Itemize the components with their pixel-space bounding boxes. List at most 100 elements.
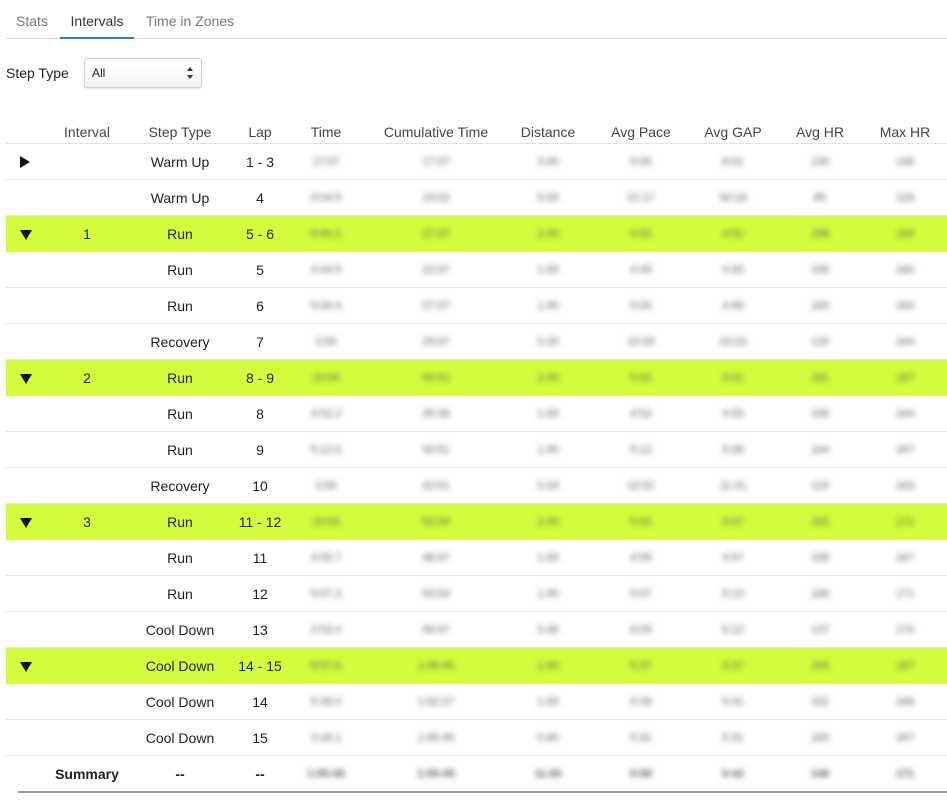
- cell-distance: 1.00: [537, 300, 559, 312]
- table-row[interactable]: 3 Run 11 - 12 10:03 52:54 2.00 5:02 5:07 162 171: [6, 504, 947, 540]
- cell-avg-pace: 5:31: [630, 732, 652, 744]
- cell-lap: 14 - 15: [238, 658, 282, 674]
- cell-lap: 6: [256, 298, 264, 314]
- cell-time: 4:55.7: [310, 552, 342, 564]
- summary-max-hr: 171: [895, 768, 915, 780]
- cell-lap: 14: [252, 694, 268, 710]
- tab-stats[interactable]: Stats: [6, 0, 58, 38]
- cell-avg-gap: 5:41: [722, 696, 744, 708]
- table-row: Cool Down 13 2:53.4 56:47 0.48 6:05 6:12 137 170: [6, 612, 947, 648]
- cell-time: 5:00.4: [310, 300, 342, 312]
- summary-step-type: --: [175, 766, 185, 782]
- tab-intervals[interactable]: Intervals: [60, 0, 134, 39]
- cell-avg-gap: 5:31: [722, 732, 744, 744]
- table-row[interactable]: Cool Down 14 - 15 8:57.6 1:05:45 1.60 5:37 5:3…: [6, 648, 947, 684]
- expand-triangle-icon[interactable]: [20, 156, 30, 168]
- cell-cumulative-time: 52:54: [422, 516, 450, 528]
- cell-lap: 12: [252, 586, 268, 602]
- cell-distance: 1.00: [537, 588, 559, 600]
- cell-avg-pace: 5:12: [630, 444, 652, 456]
- summary-avg-pace: 5:59: [629, 768, 653, 780]
- collapse-triangle-icon[interactable]: [20, 518, 32, 528]
- cell-avg-hr: 166: [810, 588, 830, 600]
- cell-step-type: Run: [167, 262, 193, 278]
- cell-time: 5:39.0: [310, 696, 342, 708]
- cell-avg-pace: 5:00: [630, 300, 652, 312]
- step-type-select[interactable]: All: [84, 58, 202, 88]
- cell-avg-gap: 5:08: [722, 444, 744, 456]
- step-type-label: Step Type: [6, 65, 69, 81]
- collapse-triangle-icon[interactable]: [20, 230, 32, 240]
- cell-avg-gap: 4:55: [722, 408, 744, 420]
- cell-time: 0:04.5: [310, 192, 342, 204]
- cell-lap: 7: [256, 334, 264, 350]
- collapse-triangle-icon[interactable]: [20, 662, 32, 672]
- cell-step-type: Run: [167, 298, 193, 314]
- cell-avg-hr: 137: [810, 624, 830, 636]
- cell-avg-gap: 5:37: [722, 660, 744, 672]
- cell-max-hr: 167: [895, 732, 915, 744]
- table-row[interactable]: Warm Up 1 - 3 17:07 17:07 3.00 5:55 6:01 130 148: [6, 144, 947, 180]
- cell-avg-gap: 5:13: [722, 588, 744, 600]
- cell-distance: 0.48: [537, 624, 559, 636]
- table-row: Run 9 5:12.0 40:51 1.00 5:12 5:08 164 167: [6, 432, 947, 468]
- cell-step-type: Warm Up: [150, 154, 210, 170]
- cell-max-hr: 167: [895, 552, 915, 564]
- cell-max-hr: 171: [895, 516, 915, 528]
- cell-avg-hr: 85: [813, 192, 827, 204]
- cell-step-type: Cool Down: [145, 658, 215, 674]
- cell-step-type: Cool Down: [145, 622, 215, 638]
- cell-distance: 2.00: [537, 228, 559, 240]
- cell-distance: 1.00: [537, 264, 559, 276]
- cell-avg-gap: 4:45: [722, 264, 744, 276]
- summary-label: Summary: [55, 766, 119, 782]
- cell-avg-hr: 124: [810, 480, 830, 492]
- cell-distance: 0.60: [537, 732, 559, 744]
- summary-time: 1:05:45: [307, 768, 345, 780]
- table-row: Run 12 5:07.3 53:54 1.00 5:07 5:13 166 171: [6, 576, 947, 612]
- cell-avg-hr: 160: [810, 300, 830, 312]
- cell-time: 10:04: [312, 372, 340, 384]
- cell-step-type: Run: [167, 406, 193, 422]
- cell-time: 2:00: [315, 336, 337, 348]
- table-row: Cool Down 14 5:39.0 1:02:27 1.00 5:39 5:41 152 1…: [6, 684, 947, 720]
- cell-interval: 1: [83, 226, 91, 242]
- cell-cumulative-time: 29:07: [422, 336, 450, 348]
- cell-distance: 1.00: [537, 444, 559, 456]
- cell-distance: 0.20: [537, 336, 559, 348]
- cell-cumulative-time: 48:47: [422, 552, 450, 564]
- cell-cumulative-time: 27:07: [422, 300, 450, 312]
- cell-max-hr: 160: [895, 264, 915, 276]
- cell-max-hr: 164: [895, 228, 915, 240]
- intervals-table: Interval Step Type Lap Time Cumulative T…: [6, 116, 947, 793]
- cell-avg-pace: 5:02: [630, 372, 652, 384]
- summary-distance: 11.00: [534, 768, 562, 780]
- table-row: Run 11 4:55.7 48:47 1.00 4:55 4:57 158 167: [6, 540, 947, 576]
- cell-time: 3:18.1: [310, 732, 342, 744]
- cell-cumulative-time: 22:07: [422, 264, 450, 276]
- summary-bottom-rule: [18, 791, 947, 793]
- cell-step-type: Run: [167, 550, 193, 566]
- tab-time-in-zones[interactable]: Time in Zones: [140, 0, 240, 38]
- cell-avg-gap: 50:16: [719, 192, 747, 204]
- collapse-triangle-icon[interactable]: [20, 374, 32, 384]
- cell-avg-pace: 4:55: [630, 552, 652, 564]
- table-row[interactable]: 1 Run 5 - 6 9:40.2 27:07 2.00 4:52 4:52 158 164: [6, 216, 947, 252]
- cell-cumulative-time: 56:47: [422, 624, 450, 636]
- cell-max-hr: 148: [895, 156, 915, 168]
- cell-step-type: Run: [167, 586, 193, 602]
- cell-time: 4:52.2: [310, 408, 342, 420]
- cell-time: 5:07.3: [310, 588, 342, 600]
- cell-time: 4:44.5: [310, 264, 342, 276]
- cell-distance: 1.00: [537, 552, 559, 564]
- cell-lap: 5: [256, 262, 264, 278]
- cell-time: 9:40.2: [310, 228, 342, 240]
- cell-avg-pace: 10:00: [627, 336, 655, 348]
- table-row[interactable]: 2 Run 8 - 9 10:04 40:51 2.00 5:02 5:01 161 167: [6, 360, 947, 396]
- cell-time: 2:53.4: [310, 624, 342, 636]
- cell-cumulative-time: 1:05:45: [417, 732, 455, 744]
- cell-interval: 3: [83, 514, 91, 530]
- cell-max-hr: 126: [895, 192, 915, 204]
- summary-cumulative-time: 1:05:45: [417, 768, 455, 780]
- table-row: Recovery 10 2:00 42:51 0.24 12:01 11:41 124 163: [6, 468, 947, 504]
